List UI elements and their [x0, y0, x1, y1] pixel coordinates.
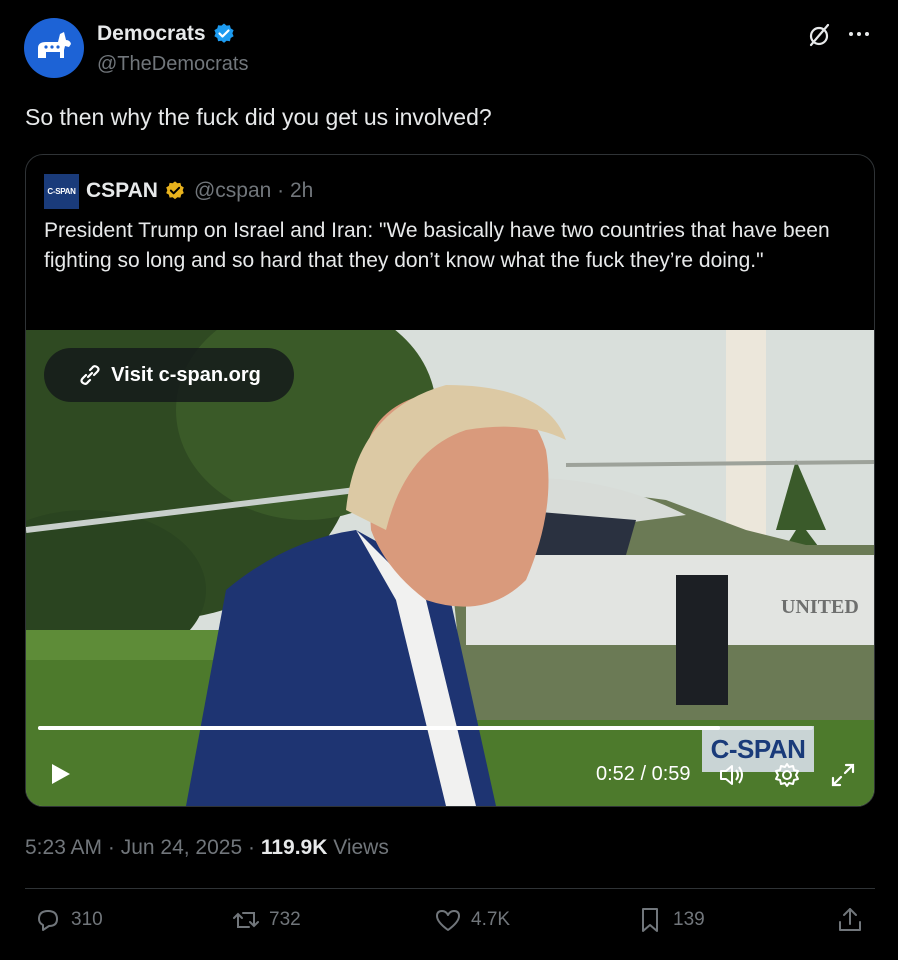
repost-count: 732 — [269, 909, 301, 930]
fullscreen-icon[interactable] — [828, 760, 858, 790]
repost-button[interactable]: 732 — [231, 905, 301, 935]
tweet-meta: 5:23 AM · Jun 24, 2025 · 119.9K Views — [25, 836, 389, 860]
heart-icon — [436, 910, 460, 931]
quoted-tweet-header: C-SPAN CSPAN @cspan · 2h — [44, 173, 313, 209]
quoted-handle-time[interactable]: @cspan · 2h — [194, 179, 313, 203]
video-time: 0:52 / 0:59 — [596, 763, 691, 785]
views-count: 119.9K — [260, 836, 328, 859]
link-icon — [80, 365, 100, 385]
reply-button[interactable]: 310 — [33, 905, 103, 935]
like-button[interactable]: 4.7K — [433, 905, 510, 935]
quoted-author-name[interactable]: CSPAN — [86, 179, 158, 203]
video-progress-fill — [38, 726, 720, 730]
quoted-tweet-text: President Trump on Israel and Iran: "We … — [44, 219, 830, 272]
tweet-header: Democrats @TheDemocrats — [24, 18, 874, 80]
like-count: 4.7K — [471, 909, 511, 930]
settings-gear-icon[interactable] — [772, 760, 802, 790]
verified-badge-icon — [213, 23, 234, 43]
visit-link-button[interactable]: Visit c-span.org — [44, 348, 294, 402]
bookmark-count: 139 — [673, 909, 705, 930]
views-label: Views — [327, 836, 389, 859]
author-name[interactable]: Democrats — [97, 22, 206, 46]
video-player[interactable]: UNITED Visit c-span.org C-SPAN 0:52 / 0:… — [26, 330, 874, 806]
action-bar: 310 732 4.7K 139 — [25, 905, 875, 945]
play-icon[interactable] — [46, 760, 74, 788]
helicopter-text: UNITED — [781, 596, 859, 618]
author-handle[interactable]: @TheDemocrats — [97, 53, 248, 76]
divider — [25, 888, 875, 889]
video-progress-bar[interactable] — [38, 726, 813, 730]
bookmark-icon — [642, 908, 658, 932]
repost-icon — [233, 912, 259, 928]
donkey-icon — [38, 32, 71, 58]
quoted-tweet[interactable]: C-SPAN CSPAN @cspan · 2h President Trump… — [25, 154, 875, 807]
share-button[interactable] — [835, 905, 865, 935]
gold-verified-badge-icon — [166, 181, 184, 200]
volume-muted-icon[interactable] — [716, 760, 746, 790]
tweet-text: So then why the fuck did you get us invo… — [25, 104, 492, 130]
bookmark-button[interactable]: 139 — [635, 905, 705, 935]
more-options-icon[interactable] — [846, 21, 872, 47]
timestamp[interactable]: 5:23 AM · Jun 24, 2025 · — [25, 836, 261, 859]
reply-count: 310 — [71, 909, 103, 930]
cspan-avatar[interactable]: C-SPAN — [44, 173, 79, 209]
share-icon — [839, 908, 861, 931]
visit-link-label: Visit c-span.org — [111, 363, 261, 386]
avatar[interactable] — [24, 18, 84, 78]
reply-icon — [38, 910, 58, 931]
grok-icon[interactable] — [806, 22, 832, 48]
